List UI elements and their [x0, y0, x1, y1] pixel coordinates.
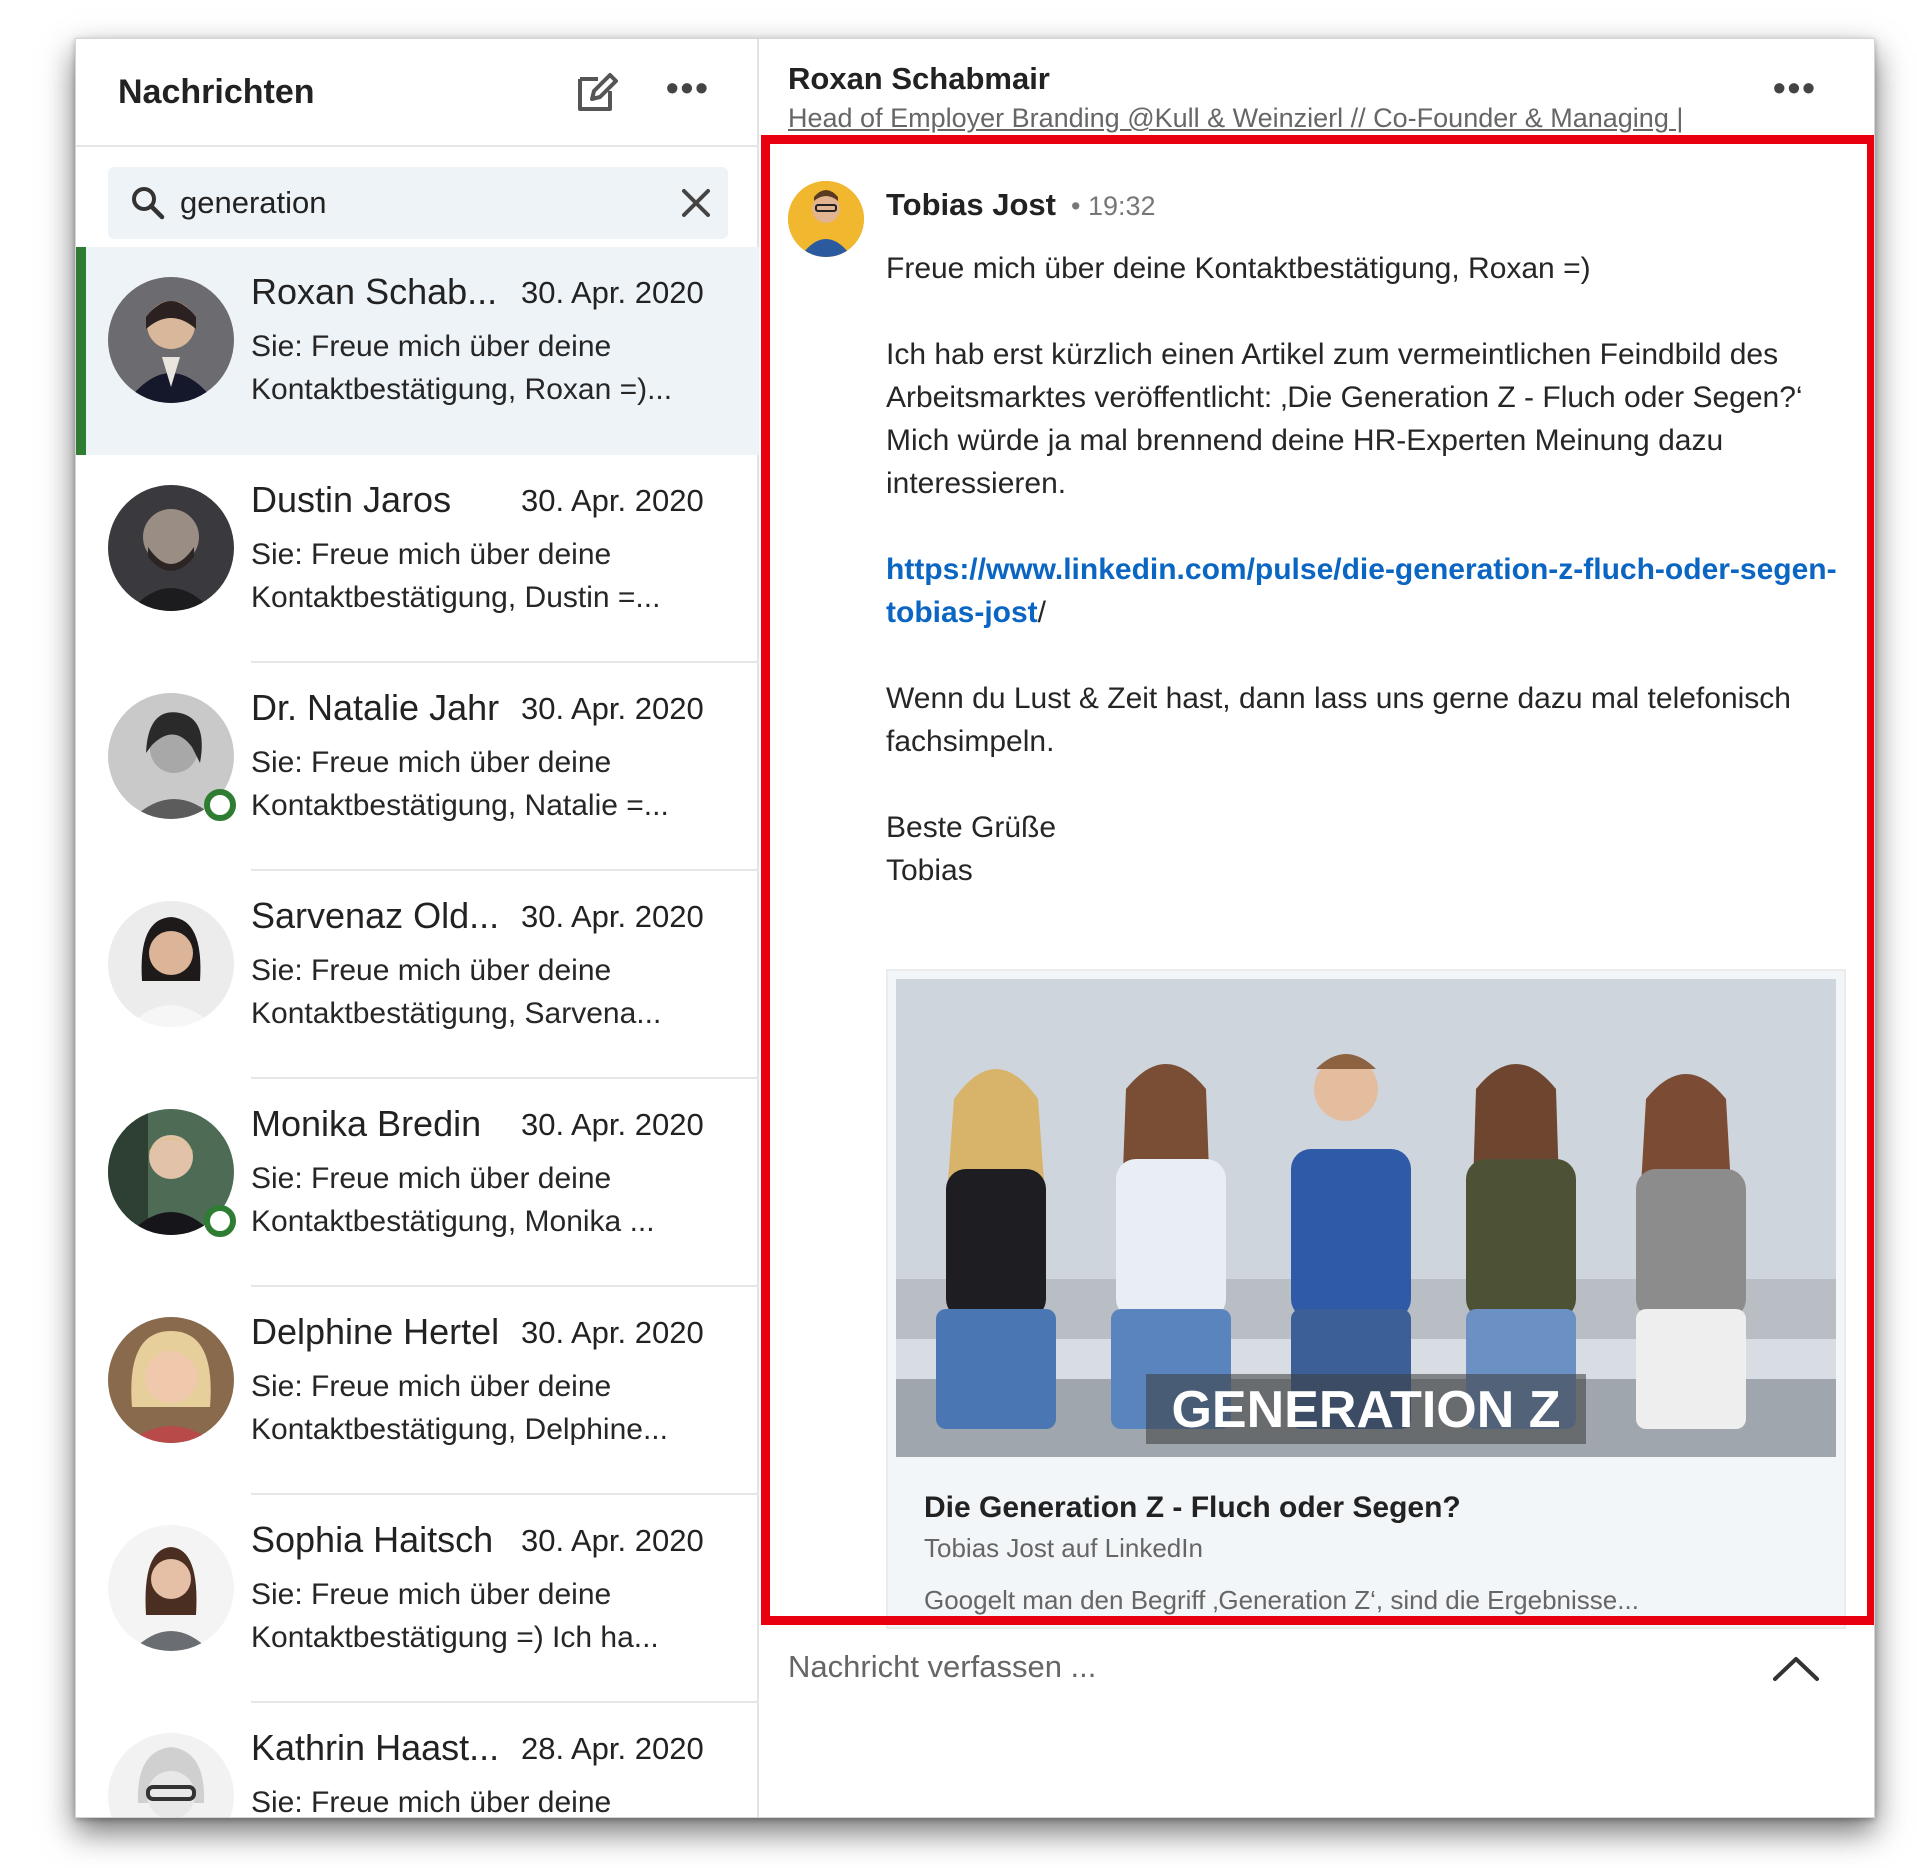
link-tail: /	[1037, 596, 1047, 629]
conversation-date: 30. Apr. 2020	[521, 1107, 704, 1142]
message-text: Ich hab erst kürzlich einen Artikel zum …	[886, 338, 1803, 414]
link-preview-card[interactable]: GENERATION Z Die Generation Z - Fluch od…	[886, 969, 1846, 1629]
link-preview-description: Googelt man den Begriff ‚Generation Z‘, …	[924, 1585, 1639, 1615]
avatar	[108, 901, 234, 1027]
conversation-list: Roxan Schab... 30. Apr. 2020 Sie: Freue …	[76, 247, 759, 1818]
preview-line: Kontaktbestätigung, Monika ...	[251, 1205, 655, 1238]
conversation-item[interactable]: Roxan Schab... 30. Apr. 2020 Sie: Freue …	[76, 247, 759, 455]
conversation-preview: Sie: Freue mich über deine	[251, 1781, 721, 1818]
search-value[interactable]: generation	[180, 185, 327, 221]
message-text: Freue mich über deine Kontaktbestätigung…	[886, 252, 1591, 285]
messaging-window: Nachrichten ••• generation Roxan Schab..…	[75, 38, 1875, 1818]
preview-line: Sie: Freue mich über deine	[251, 1578, 612, 1611]
conversation-header: Nachrichten •••	[76, 39, 759, 147]
more-dots-icon[interactable]: •••	[1773, 67, 1817, 109]
link-preview-image[interactable]: GENERATION Z	[896, 979, 1836, 1457]
conversation-name: Monika Bredin	[251, 1103, 482, 1144]
thread-contact-headline[interactable]: Head of Employer Branding @Kull & Weinzi…	[788, 103, 1718, 134]
link-preview-source: Tobias Jost auf LinkedIn	[924, 1533, 1203, 1563]
conversation-preview: Sie: Freue mich über deine Kontaktbestät…	[251, 1573, 721, 1659]
conversation-item[interactable]: Dr. Natalie Jahr 30. Apr. 2020 Sie: Freu…	[76, 663, 759, 871]
compose-icon[interactable]	[574, 69, 620, 115]
avatar	[108, 485, 234, 611]
conversation-date: 30. Apr. 2020	[521, 483, 704, 518]
close-icon[interactable]	[678, 185, 714, 221]
conversation-date: 30. Apr. 2020	[521, 1523, 704, 1558]
avatar	[108, 277, 234, 403]
message-time: • 19:32	[1071, 191, 1156, 221]
conversation-preview: Sie: Freue mich über deine Kontaktbestät…	[251, 949, 721, 1035]
preview-line: Sie: Freue mich über deine	[251, 1162, 612, 1195]
preview-line: Kontaktbestätigung, Sarvena...	[251, 997, 662, 1030]
search-input[interactable]: generation	[108, 167, 728, 239]
chevron-up-icon[interactable]	[1771, 1653, 1821, 1683]
conversation-preview: Sie: Freue mich über deine Kontaktbestät…	[251, 533, 721, 619]
avatar	[108, 1733, 234, 1817]
conversation-item[interactable]: Sarvenaz Old... 30. Apr. 2020 Sie: Freue…	[76, 871, 759, 1079]
conversation-preview: Sie: Freue mich über deine Kontaktbestät…	[251, 741, 721, 827]
preview-line: Sie: Freue mich über deine	[251, 330, 612, 363]
conversation-name: Dustin Jaros	[251, 479, 452, 520]
conversation-name: Delphine Hertel	[251, 1311, 500, 1352]
message-paragraph: Ich hab erst kürzlich einen Artikel zum …	[886, 333, 1846, 505]
conversation-item[interactable]: Monika Bredin 30. Apr. 2020 Sie: Freue m…	[76, 1079, 759, 1287]
conversation-item[interactable]: Kathrin Haast... 28. Apr. 2020 Sie: Freu…	[76, 1703, 759, 1818]
search-icon	[132, 187, 165, 220]
preview-line: Kontaktbestätigung, Delphine...	[251, 1413, 668, 1446]
page-title: Nachrichten	[118, 73, 315, 111]
online-status-icon	[204, 789, 236, 821]
conversation-date: 30. Apr. 2020	[521, 691, 704, 726]
avatar	[108, 1317, 234, 1443]
avatar[interactable]	[788, 181, 864, 257]
message-text: Mich würde ja mal brennend deine HR-Expe…	[886, 424, 1724, 500]
message: Tobias Jost • 19:32 Freue mich über dein…	[761, 139, 1874, 1629]
article-link[interactable]: https://www.linkedin.com/pulse/die-gener…	[886, 553, 1837, 629]
conversation-name: Kathrin Haast...	[251, 1727, 500, 1768]
conversation-name: Roxan Schab...	[251, 271, 498, 312]
preview-line: Sie: Freue mich über deine	[251, 1786, 612, 1818]
more-dots-icon[interactable]: •••	[666, 67, 710, 109]
message-text: Beste Grüße	[886, 811, 1057, 844]
conversation-date: 28. Apr. 2020	[521, 1731, 704, 1766]
conversation-item[interactable]: Sophia Haitsch 30. Apr. 2020 Sie: Freue …	[76, 1495, 759, 1703]
preview-line: Sie: Freue mich über deine	[251, 1370, 612, 1403]
image-caption: GENERATION Z	[1171, 1381, 1560, 1439]
thread-contact-name[interactable]: Roxan Schabmair	[788, 61, 1050, 97]
message-compose-input[interactable]: Nachricht verfassen ...	[788, 1649, 1096, 1685]
conversation-preview: Sie: Freue mich über deine Kontaktbestät…	[251, 1365, 721, 1451]
conversation-date: 30. Apr. 2020	[521, 275, 704, 310]
message-link-line: https://www.linkedin.com/pulse/die-gener…	[886, 548, 1846, 634]
preview-line: Sie: Freue mich über deine	[251, 746, 612, 779]
message-sender[interactable]: Tobias Jost	[886, 187, 1056, 223]
conversation-date: 30. Apr. 2020	[521, 1315, 704, 1350]
message-paragraph: Beste Grüße Tobias	[886, 806, 1846, 892]
conversation-item[interactable]: Delphine Hertel 30. Apr. 2020 Sie: Freue…	[76, 1287, 759, 1495]
thread-panel: Roxan Schabmair Head of Employer Brandin…	[761, 39, 1874, 1817]
message-text: Tobias	[886, 854, 973, 887]
conversation-name: Dr. Natalie Jahr	[251, 687, 500, 728]
conversation-item[interactable]: Dustin Jaros 30. Apr. 2020 Sie: Freue mi…	[76, 455, 759, 663]
online-status-icon	[204, 1205, 236, 1237]
messaging-app: Nachrichten ••• generation Roxan Schab..…	[76, 39, 1874, 1818]
message-text: Wenn du Lust & Zeit hast, dann lass uns …	[886, 682, 1791, 758]
preview-line: Kontaktbestätigung, Roxan =)...	[251, 373, 673, 406]
preview-line: Sie: Freue mich über deine	[251, 954, 612, 987]
conversation-panel: Nachrichten ••• generation Roxan Schab..…	[76, 39, 759, 1818]
preview-line: Sie: Freue mich über deine	[251, 538, 612, 571]
message-body: Freue mich über deine Kontaktbestätigung…	[886, 247, 1846, 935]
conversation-date: 30. Apr. 2020	[521, 899, 704, 934]
link-preview-title[interactable]: Die Generation Z - Fluch oder Segen?	[924, 1491, 1461, 1525]
preview-line: Kontaktbestätigung =) Ich ha...	[251, 1621, 659, 1654]
conversation-name: Sophia Haitsch	[251, 1519, 494, 1560]
conversation-name: Sarvenaz Old...	[251, 895, 500, 936]
conversation-preview: Sie: Freue mich über deine Kontaktbestät…	[251, 325, 721, 411]
avatar	[108, 1525, 234, 1651]
preview-line: Kontaktbestätigung, Natalie =...	[251, 789, 669, 822]
preview-line: Kontaktbestätigung, Dustin =...	[251, 581, 661, 614]
conversation-preview: Sie: Freue mich über deine Kontaktbestät…	[251, 1157, 721, 1243]
